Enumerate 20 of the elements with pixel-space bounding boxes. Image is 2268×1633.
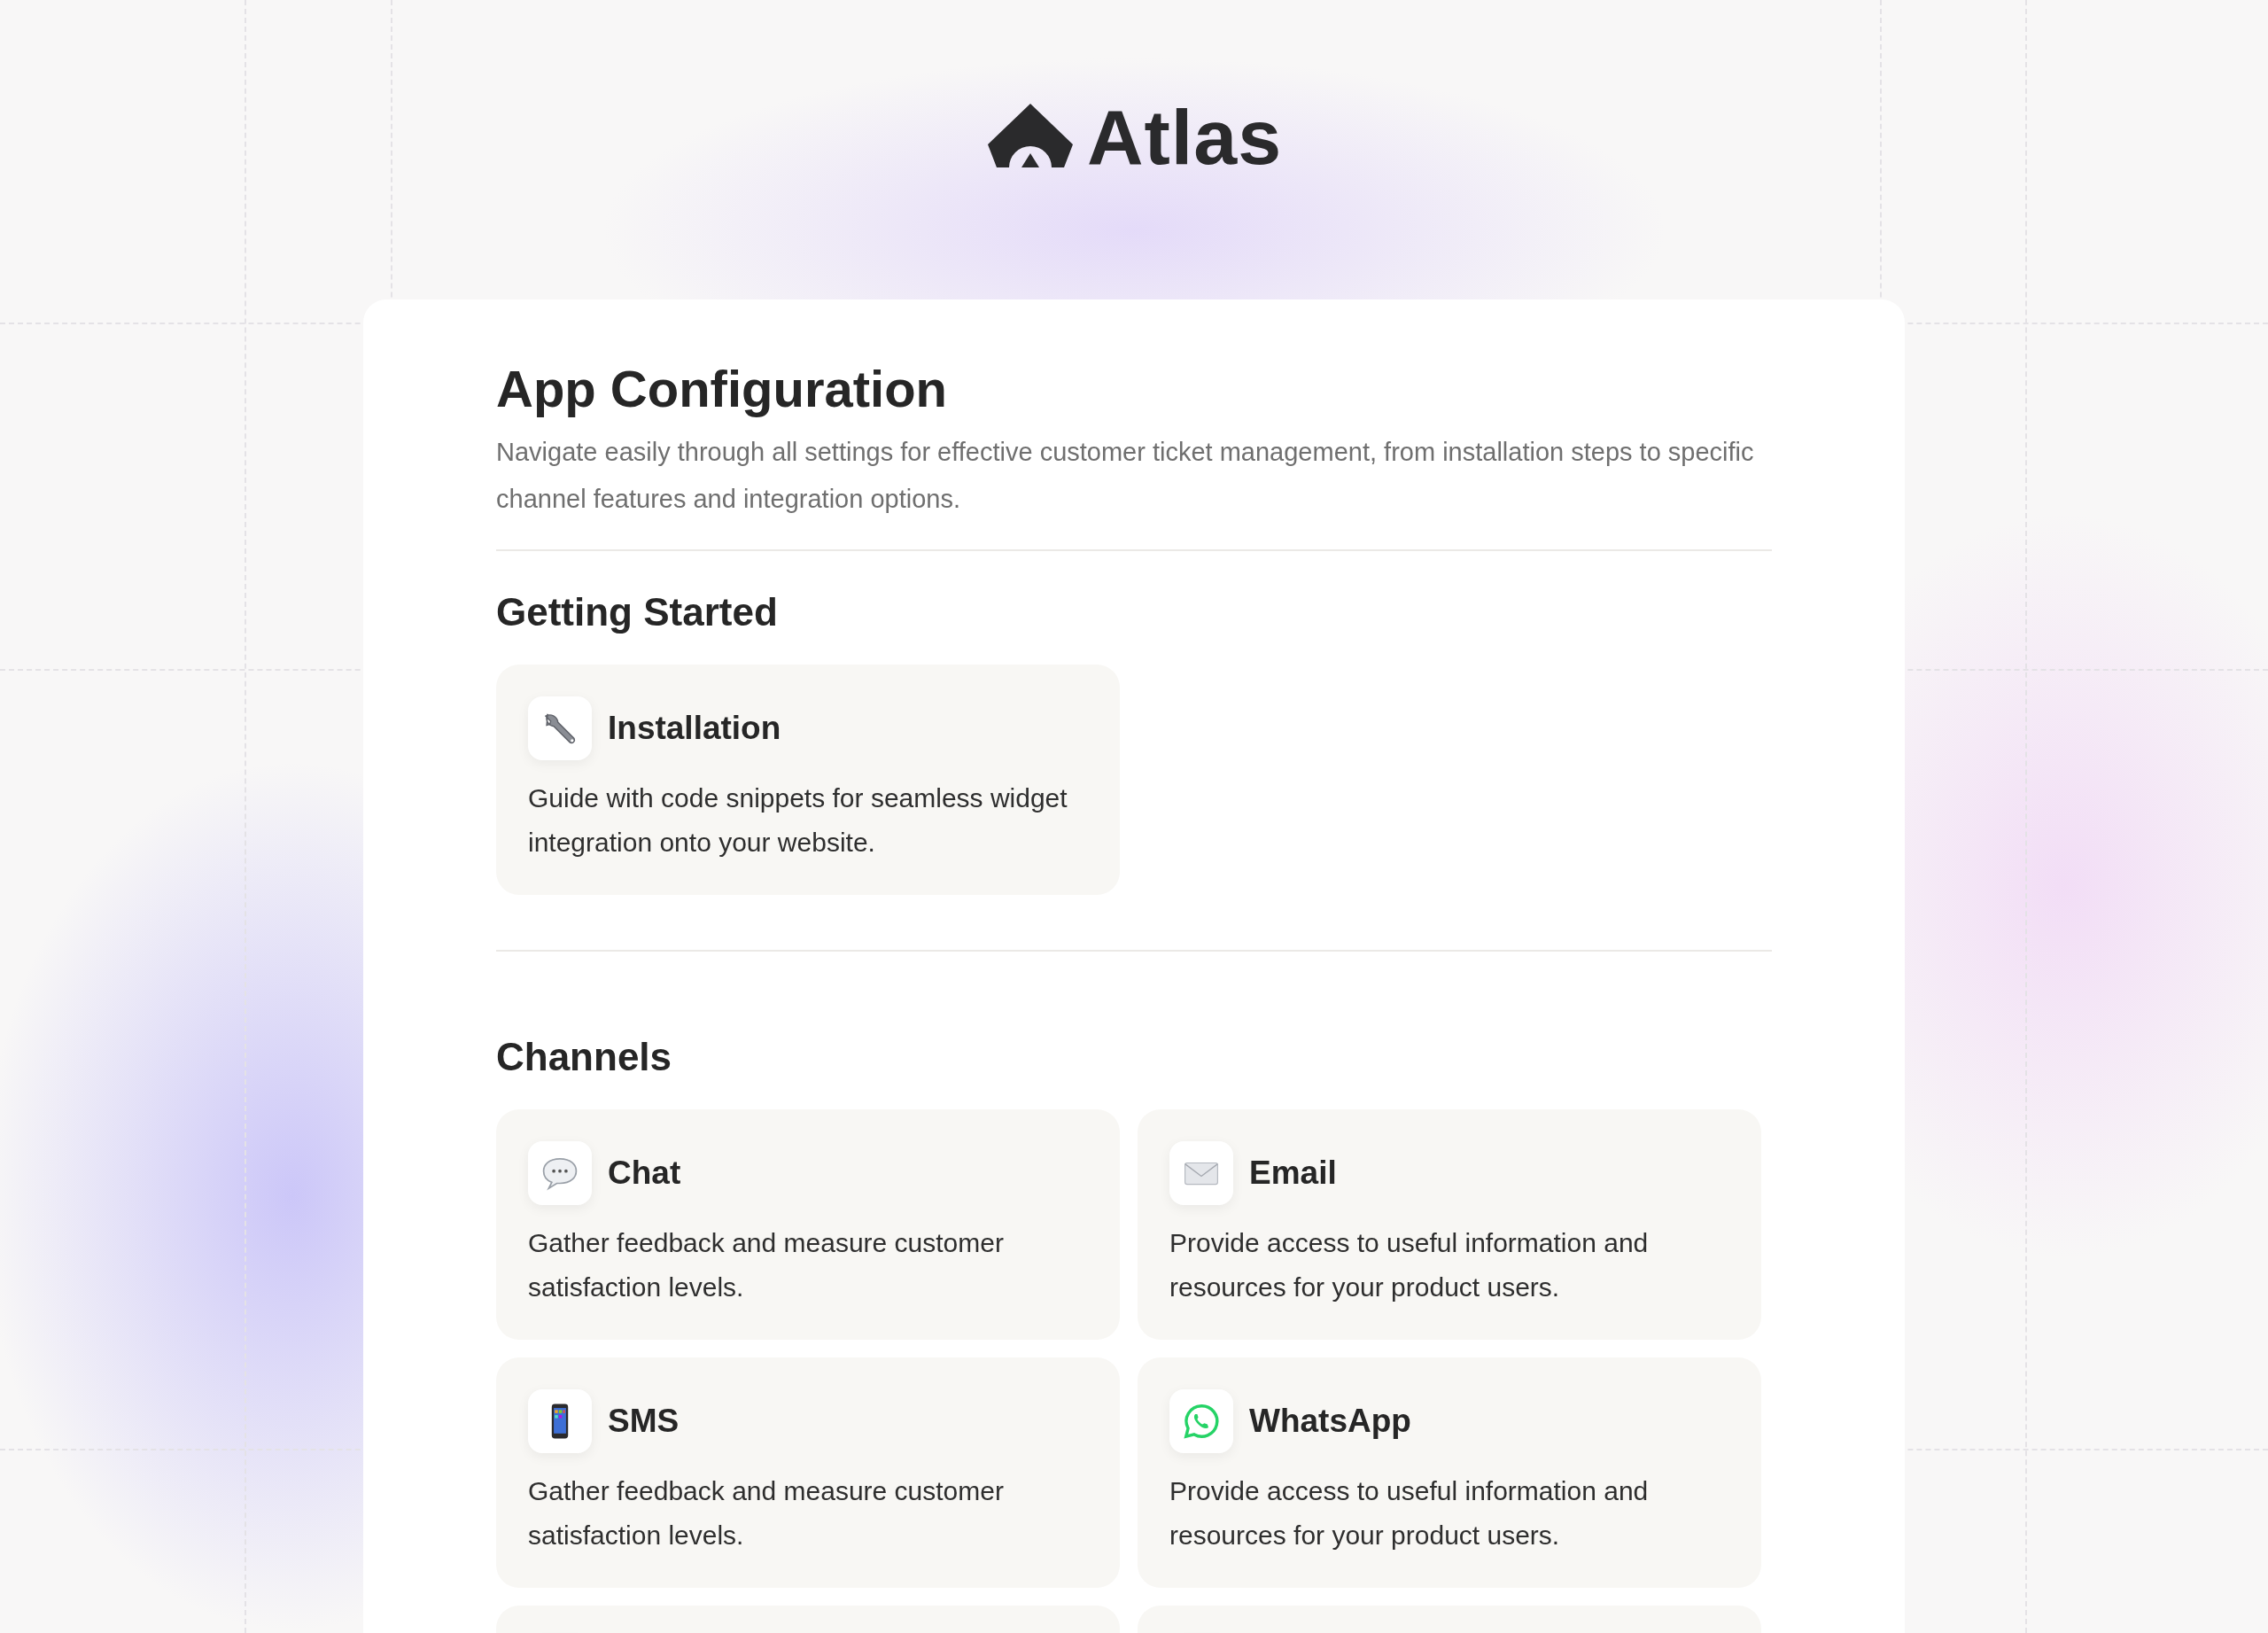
card-description: Provide access to useful information and resources for your product users. <box>1169 1474 1650 1551</box>
card-title: WhatsApp <box>1249 1402 1411 1440</box>
card-title: Chat <box>608 1154 681 1192</box>
card-description: Gather feedback and measure customer satisfaction levels. <box>528 1474 1005 1551</box>
page-description: Navigate easily through all settings for effective customer ticket management, from installation steps to specific channel features and integration options. <box>496 428 1772 551</box>
card-title: Installation <box>608 709 781 747</box>
card-description: Guide with code snippets for seamless widget integration onto your website. <box>528 782 1068 859</box>
section-heading: Getting Started <box>496 589 779 634</box>
card-description: Provide access to useful information and resources for your product users. <box>1169 1226 1650 1303</box>
settings-card[interactable]: Email Provide access to useful information and resources for your product users. <box>1138 1108 1761 1340</box>
settings-card[interactable]: Installation Guide with code snippets for seamless widget integration onto your website. <box>496 664 1120 895</box>
settings-card[interactable]: SMS Gather feedback and measure customer satisfaction levels. <box>496 1357 1120 1588</box>
card-title: Email <box>1249 1154 1337 1192</box>
page-title: App Configuration <box>496 359 948 419</box>
section-heading: Channels <box>496 1034 673 1079</box>
brand-name: Atlas <box>1086 92 1283 183</box>
card-title: SMS <box>608 1402 680 1440</box>
settings-card[interactable]: WhatsApp Provide access to useful information and resources for your product users. <box>1138 1357 1761 1588</box>
settings-card[interactable]: Chat Gather feedback and measure customer satisfaction levels. <box>496 1108 1120 1340</box>
card-description: Gather feedback and measure customer satisfaction levels. <box>528 1226 1005 1303</box>
